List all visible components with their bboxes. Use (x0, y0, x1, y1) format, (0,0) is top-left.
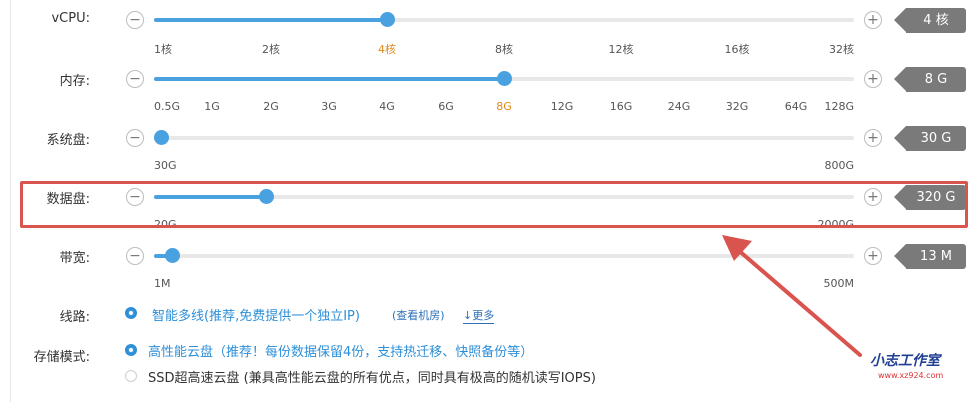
slider-tick-label: 1G (204, 100, 220, 113)
slider-tick-label: 12G (550, 100, 574, 113)
increase-button[interactable]: + (864, 129, 882, 147)
decrease-button[interactable]: − (126, 129, 144, 147)
route-label: 线路: (59, 310, 90, 325)
row-label: 带宽: (59, 251, 90, 266)
decrease-button[interactable]: − (126, 70, 144, 88)
decrease-button[interactable]: − (126, 11, 144, 29)
route-radio-smart[interactable] (125, 307, 137, 319)
row-label: 系统盘: (46, 133, 90, 148)
slider-tick-label: 2核 (262, 43, 280, 56)
value-badge: 13 M (894, 244, 966, 269)
slider-tick-label: 1核 (154, 43, 172, 56)
slider-tick-label: 24G (667, 100, 691, 113)
slider-tick-label: 30G (154, 159, 177, 172)
slider-tick-label: 64G (784, 100, 808, 113)
storage-option-high-perf[interactable]: 高性能云盘（推荐！每份数据保留4份，支持热迁移、快照备份等） (148, 341, 533, 360)
slider-handle[interactable] (165, 248, 180, 263)
view-rooms-link[interactable]: (查看机房) (392, 307, 445, 323)
value-badge: 8 G (894, 67, 966, 92)
slider-tick-label: 32核 (829, 43, 854, 56)
slider-tick-label: 128G (824, 100, 854, 113)
increase-button[interactable]: + (864, 11, 882, 29)
storage-option-ssd[interactable]: SSD超高速云盘 (兼具高性能云盘的所有优点，同时具有极高的随机读写IOPS) (148, 367, 596, 386)
more-link[interactable]: ↓更多 (463, 307, 495, 324)
row-label: 内存: (59, 74, 90, 89)
route-option-text[interactable]: 智能多线(推荐,免费提供一个独立IP) (152, 305, 360, 324)
value-badge: 4 核 (894, 8, 966, 33)
slider-tick-label: 800G (824, 159, 854, 172)
slider-tick-label: 6G (438, 100, 454, 113)
slider-tick-label: 16G (609, 100, 633, 113)
slider-tick-label: 4核 (378, 43, 396, 56)
storage-radio-ssd[interactable] (125, 370, 137, 382)
slider-handle[interactable] (154, 130, 169, 145)
increase-button[interactable]: + (864, 70, 882, 88)
slider-tick-label: 16核 (724, 43, 750, 56)
slider-fill (154, 18, 387, 22)
decrease-button[interactable]: − (126, 247, 144, 265)
slider-tick-label: 0.5G (154, 100, 181, 113)
data-disk-highlight-box (20, 181, 968, 228)
slider-tick-label: 4G (379, 100, 395, 113)
watermark-url: www.xz924.com (878, 371, 944, 380)
slider-tick-label: 8核 (495, 43, 513, 56)
slider-tick-label: 2G (263, 100, 279, 113)
slider-tick-label: 8G (496, 100, 512, 113)
slider-tick-label: 12核 (608, 43, 634, 56)
watermark-logo: 小志工作室 (870, 353, 940, 369)
slider-fill (154, 77, 504, 81)
slider-handle[interactable] (497, 71, 512, 86)
storage-label: 存储模式: (33, 350, 90, 365)
slider-track[interactable] (154, 136, 854, 140)
slider-tick-label: 3G (321, 100, 337, 113)
slider-handle[interactable] (380, 12, 395, 27)
value-badge: 30 G (894, 126, 966, 151)
storage-radio-high-perf[interactable] (125, 344, 137, 356)
slider-tick-label: 1M (154, 277, 171, 290)
annotation-arrow (722, 235, 862, 357)
row-label: vCPU: (51, 11, 90, 26)
slider-tick-label: 32G (725, 100, 749, 113)
